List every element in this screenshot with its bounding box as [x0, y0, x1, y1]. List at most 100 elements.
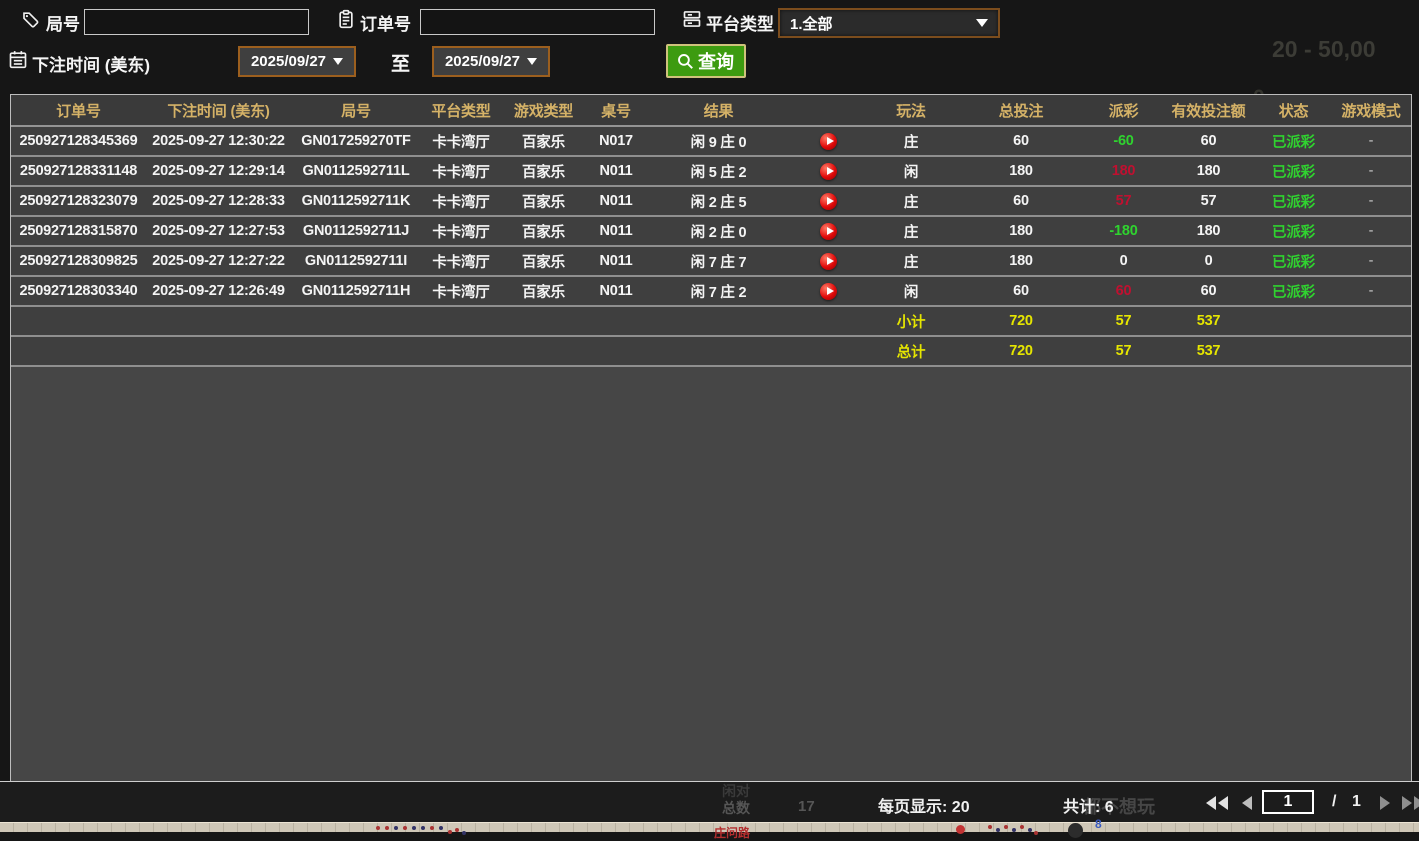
bleed-roadmap-dot — [376, 826, 380, 830]
round-no-label: 局号 — [46, 10, 80, 35]
search-button[interactable]: 查询 — [666, 44, 746, 78]
cell-payout: -180 — [1086, 217, 1161, 245]
cell-payout: 60 — [1086, 277, 1161, 305]
bleed-roadmap-dot — [412, 826, 416, 830]
cell-table-no: N011 — [586, 157, 646, 185]
subtotal-valid-bet: 537 — [1161, 307, 1256, 335]
cell-replay — [791, 157, 866, 185]
cell-platform: 卡卡湾厅 — [421, 217, 501, 245]
cell-table-no: N011 — [586, 277, 646, 305]
cell-replay — [791, 217, 866, 245]
cell-replay — [791, 127, 866, 155]
platform-type-label: 平台类型 — [706, 10, 774, 35]
date-to-select[interactable]: 2025/09/27 — [432, 46, 550, 77]
bleed-roadmap-dot — [403, 826, 407, 830]
clipboard-icon — [336, 9, 356, 29]
cell-result: 闲 5 庄 2 — [646, 157, 791, 185]
table-header: 订单号 下注时间 (美东) 局号 平台类型 游戏类型 桌号 结果 玩法 总投注 … — [11, 95, 1411, 127]
cell-round-no: GN0112592711L — [291, 157, 421, 185]
last-page-icon[interactable] — [1402, 796, 1419, 810]
cell-play-method: 庄 — [866, 127, 956, 155]
filter-bar: 局号 订单号 平台类型 1.全部 下注时间 (美东) 2025/09/27 — [0, 0, 1419, 94]
platform-type-value: 1.全部 — [790, 13, 976, 34]
cell-status: 已派彩 — [1256, 277, 1331, 305]
cell-platform: 卡卡湾厅 — [421, 277, 501, 305]
platform-type-select[interactable]: 1.全部 — [778, 8, 1000, 38]
col-game-type: 游戏类型 — [501, 95, 586, 125]
cell-play-method: 庄 — [866, 187, 956, 215]
bleed-roadmap-dot — [1020, 825, 1024, 829]
cell-total-bet: 180 — [956, 217, 1086, 245]
page-size-value: 20 — [952, 799, 970, 816]
cell-round-no: GN017259270TF — [291, 127, 421, 155]
cell-platform: 卡卡湾厅 — [421, 247, 501, 275]
bleed-roadmap-dot — [385, 826, 389, 830]
caret-down-icon — [527, 58, 537, 65]
current-page-input[interactable] — [1262, 790, 1314, 814]
cell-game-mode: - — [1331, 127, 1411, 155]
col-valid-bet: 有效投注额 — [1161, 95, 1256, 125]
cell-result: 闲 2 庄 5 — [646, 187, 791, 215]
tag-icon — [20, 10, 40, 30]
search-button-label: 查询 — [698, 48, 734, 74]
subtotal-total-bet: 720 — [956, 307, 1086, 335]
cell-valid-bet: 180 — [1161, 157, 1256, 185]
cell-order-no: 250927128331148 — [11, 157, 146, 185]
cell-game-type: 百家乐 — [501, 217, 586, 245]
col-replay — [791, 95, 866, 125]
bleed-stat-1: 闲对 — [722, 781, 750, 801]
cell-valid-bet: 60 — [1161, 127, 1256, 155]
cell-result: 闲 7 庄 7 — [646, 247, 791, 275]
col-result: 结果 — [646, 95, 791, 125]
bleed-roadmap-dot — [1004, 825, 1008, 829]
cell-platform: 卡卡湾厅 — [421, 157, 501, 185]
cell-table-no: N011 — [586, 217, 646, 245]
play-icon[interactable] — [820, 193, 837, 210]
cell-result: 闲 7 庄 2 — [646, 277, 791, 305]
cell-valid-bet: 0 — [1161, 247, 1256, 275]
bleed-limit-text: 20 - 50,00 — [1272, 36, 1376, 63]
record-count-value: 6 — [1105, 799, 1114, 816]
bleed-roadmap-dot — [439, 826, 443, 830]
play-icon[interactable] — [820, 133, 837, 150]
next-page-icon[interactable] — [1380, 796, 1390, 810]
col-total-bet: 总投注 — [956, 95, 1086, 125]
round-no-input[interactable] — [84, 9, 309, 35]
cell-round-no: GN0112592711K — [291, 187, 421, 215]
col-platform: 平台类型 — [421, 95, 501, 125]
col-order-no: 订单号 — [11, 95, 146, 125]
cell-status: 已派彩 — [1256, 127, 1331, 155]
bleed-roadmap-dot — [996, 828, 1000, 832]
cell-status: 已派彩 — [1256, 157, 1331, 185]
record-count-label: 共计: 6 — [1063, 793, 1114, 817]
total-row: 总计 720 57 537 — [11, 337, 1411, 367]
col-status: 状态 — [1256, 95, 1331, 125]
play-icon[interactable] — [820, 163, 837, 180]
table-row: 250927128331148 2025-09-27 12:29:14 GN01… — [11, 157, 1411, 187]
cell-table-no: N011 — [586, 247, 646, 275]
cell-game-type: 百家乐 — [501, 277, 586, 305]
background-roadmap-strip: 庄问路 8 — [0, 822, 1419, 832]
play-icon[interactable] — [820, 283, 837, 300]
subtotal-row: 小计 720 57 537 — [11, 307, 1411, 337]
first-page-icon[interactable] — [1206, 796, 1228, 810]
bleed-roadmap-dot — [421, 826, 425, 830]
order-no-input[interactable] — [420, 9, 655, 35]
cell-bet-time: 2025-09-27 12:28:33 — [146, 187, 291, 215]
date-from-select[interactable]: 2025/09/27 — [238, 46, 356, 77]
cell-payout: 57 — [1086, 187, 1161, 215]
col-game-mode: 游戏模式 — [1331, 95, 1411, 125]
cell-total-bet: 180 — [956, 157, 1086, 185]
play-icon[interactable] — [820, 223, 837, 240]
col-table-no: 桌号 — [586, 95, 646, 125]
play-icon[interactable] — [820, 253, 837, 270]
bleed-roadmap-dot — [988, 825, 992, 829]
total-pages: 1 — [1352, 793, 1361, 811]
table-row: 250927128345369 2025-09-27 12:30:22 GN01… — [11, 127, 1411, 157]
cell-bet-time: 2025-09-27 12:29:14 — [146, 157, 291, 185]
date-to-value: 2025/09/27 — [445, 53, 520, 70]
cell-play-method: 闲 — [866, 157, 956, 185]
prev-page-icon[interactable] — [1242, 796, 1252, 810]
cell-game-type: 百家乐 — [501, 187, 586, 215]
cell-bet-time: 2025-09-27 12:27:22 — [146, 247, 291, 275]
